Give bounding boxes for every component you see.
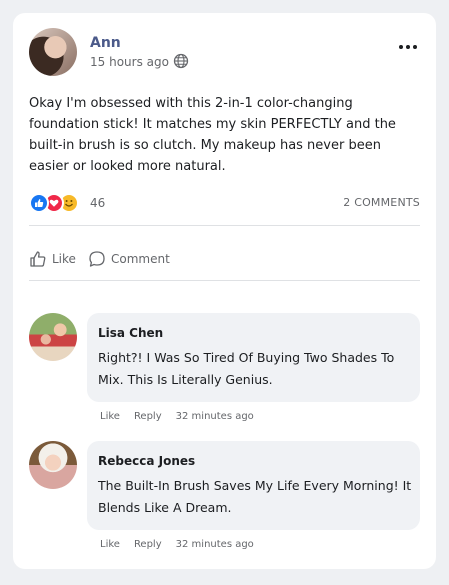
comment-meta: Like Reply 32 minutes ago <box>100 539 254 553</box>
like-button-label: Like <box>52 252 76 266</box>
like-button[interactable]: Like <box>29 249 76 269</box>
post-timestamp[interactable]: 15 hours ago <box>90 55 169 69</box>
comment-bubble: Lisa Chen Right?! I Was So Tired Of Buyi… <box>87 313 420 402</box>
more-dot-icon <box>399 45 403 49</box>
reaction-icons[interactable] <box>29 192 85 214</box>
comment-like-link[interactable]: Like <box>100 539 120 553</box>
commenter-name[interactable]: Lisa Chen <box>98 326 163 340</box>
author-avatar[interactable] <box>29 28 77 76</box>
comment-button-label: Comment <box>111 252 170 266</box>
comment-like-link[interactable]: Like <box>100 411 120 425</box>
comments-count-link[interactable]: 2 COMMENTS <box>343 196 420 209</box>
commenter-name[interactable]: Rebecca Jones <box>98 454 195 468</box>
reaction-count[interactable]: 46 <box>90 196 105 210</box>
more-dot-icon <box>406 45 410 49</box>
post-body-text: Okay I'm obsessed with this 2-in-1 color… <box>29 96 396 174</box>
comment-reply-link[interactable]: Reply <box>134 411 162 425</box>
thumbs-up-reaction-icon <box>29 193 49 213</box>
post-card: Ann 15 hours ago Okay I'm obsessed with … <box>13 13 436 569</box>
reactions-summary: 46 2 COMMENTS <box>29 192 420 214</box>
more-options-button[interactable] <box>396 38 420 56</box>
post-actions: Like Comment <box>29 249 420 269</box>
divider <box>29 280 420 281</box>
comment-bubble: Rebecca Jones The Built-In Brush Saves M… <box>87 441 420 530</box>
author-name[interactable]: Ann <box>90 35 121 51</box>
thumbs-up-icon <box>30 251 46 267</box>
comment-bubble-icon <box>89 251 105 267</box>
comment-meta: Like Reply 32 minutes ago <box>100 411 254 425</box>
post-header: Ann 15 hours ago <box>29 28 420 76</box>
divider <box>29 225 420 226</box>
comment-timestamp: 32 minutes ago <box>175 411 254 422</box>
commenter-avatar[interactable] <box>29 441 77 489</box>
commenter-avatar[interactable] <box>29 313 77 361</box>
comment-reply-link[interactable]: Reply <box>134 539 162 553</box>
comment-timestamp: 32 minutes ago <box>175 539 254 550</box>
comment-text: Right?! I Was So Tired Of Buying Two Sha… <box>98 350 395 387</box>
more-dot-icon <box>413 45 417 49</box>
comment-text: The Built-In Brush Saves My Life Every M… <box>98 478 412 515</box>
globe-icon <box>173 53 189 69</box>
comment-button[interactable]: Comment <box>88 249 170 269</box>
